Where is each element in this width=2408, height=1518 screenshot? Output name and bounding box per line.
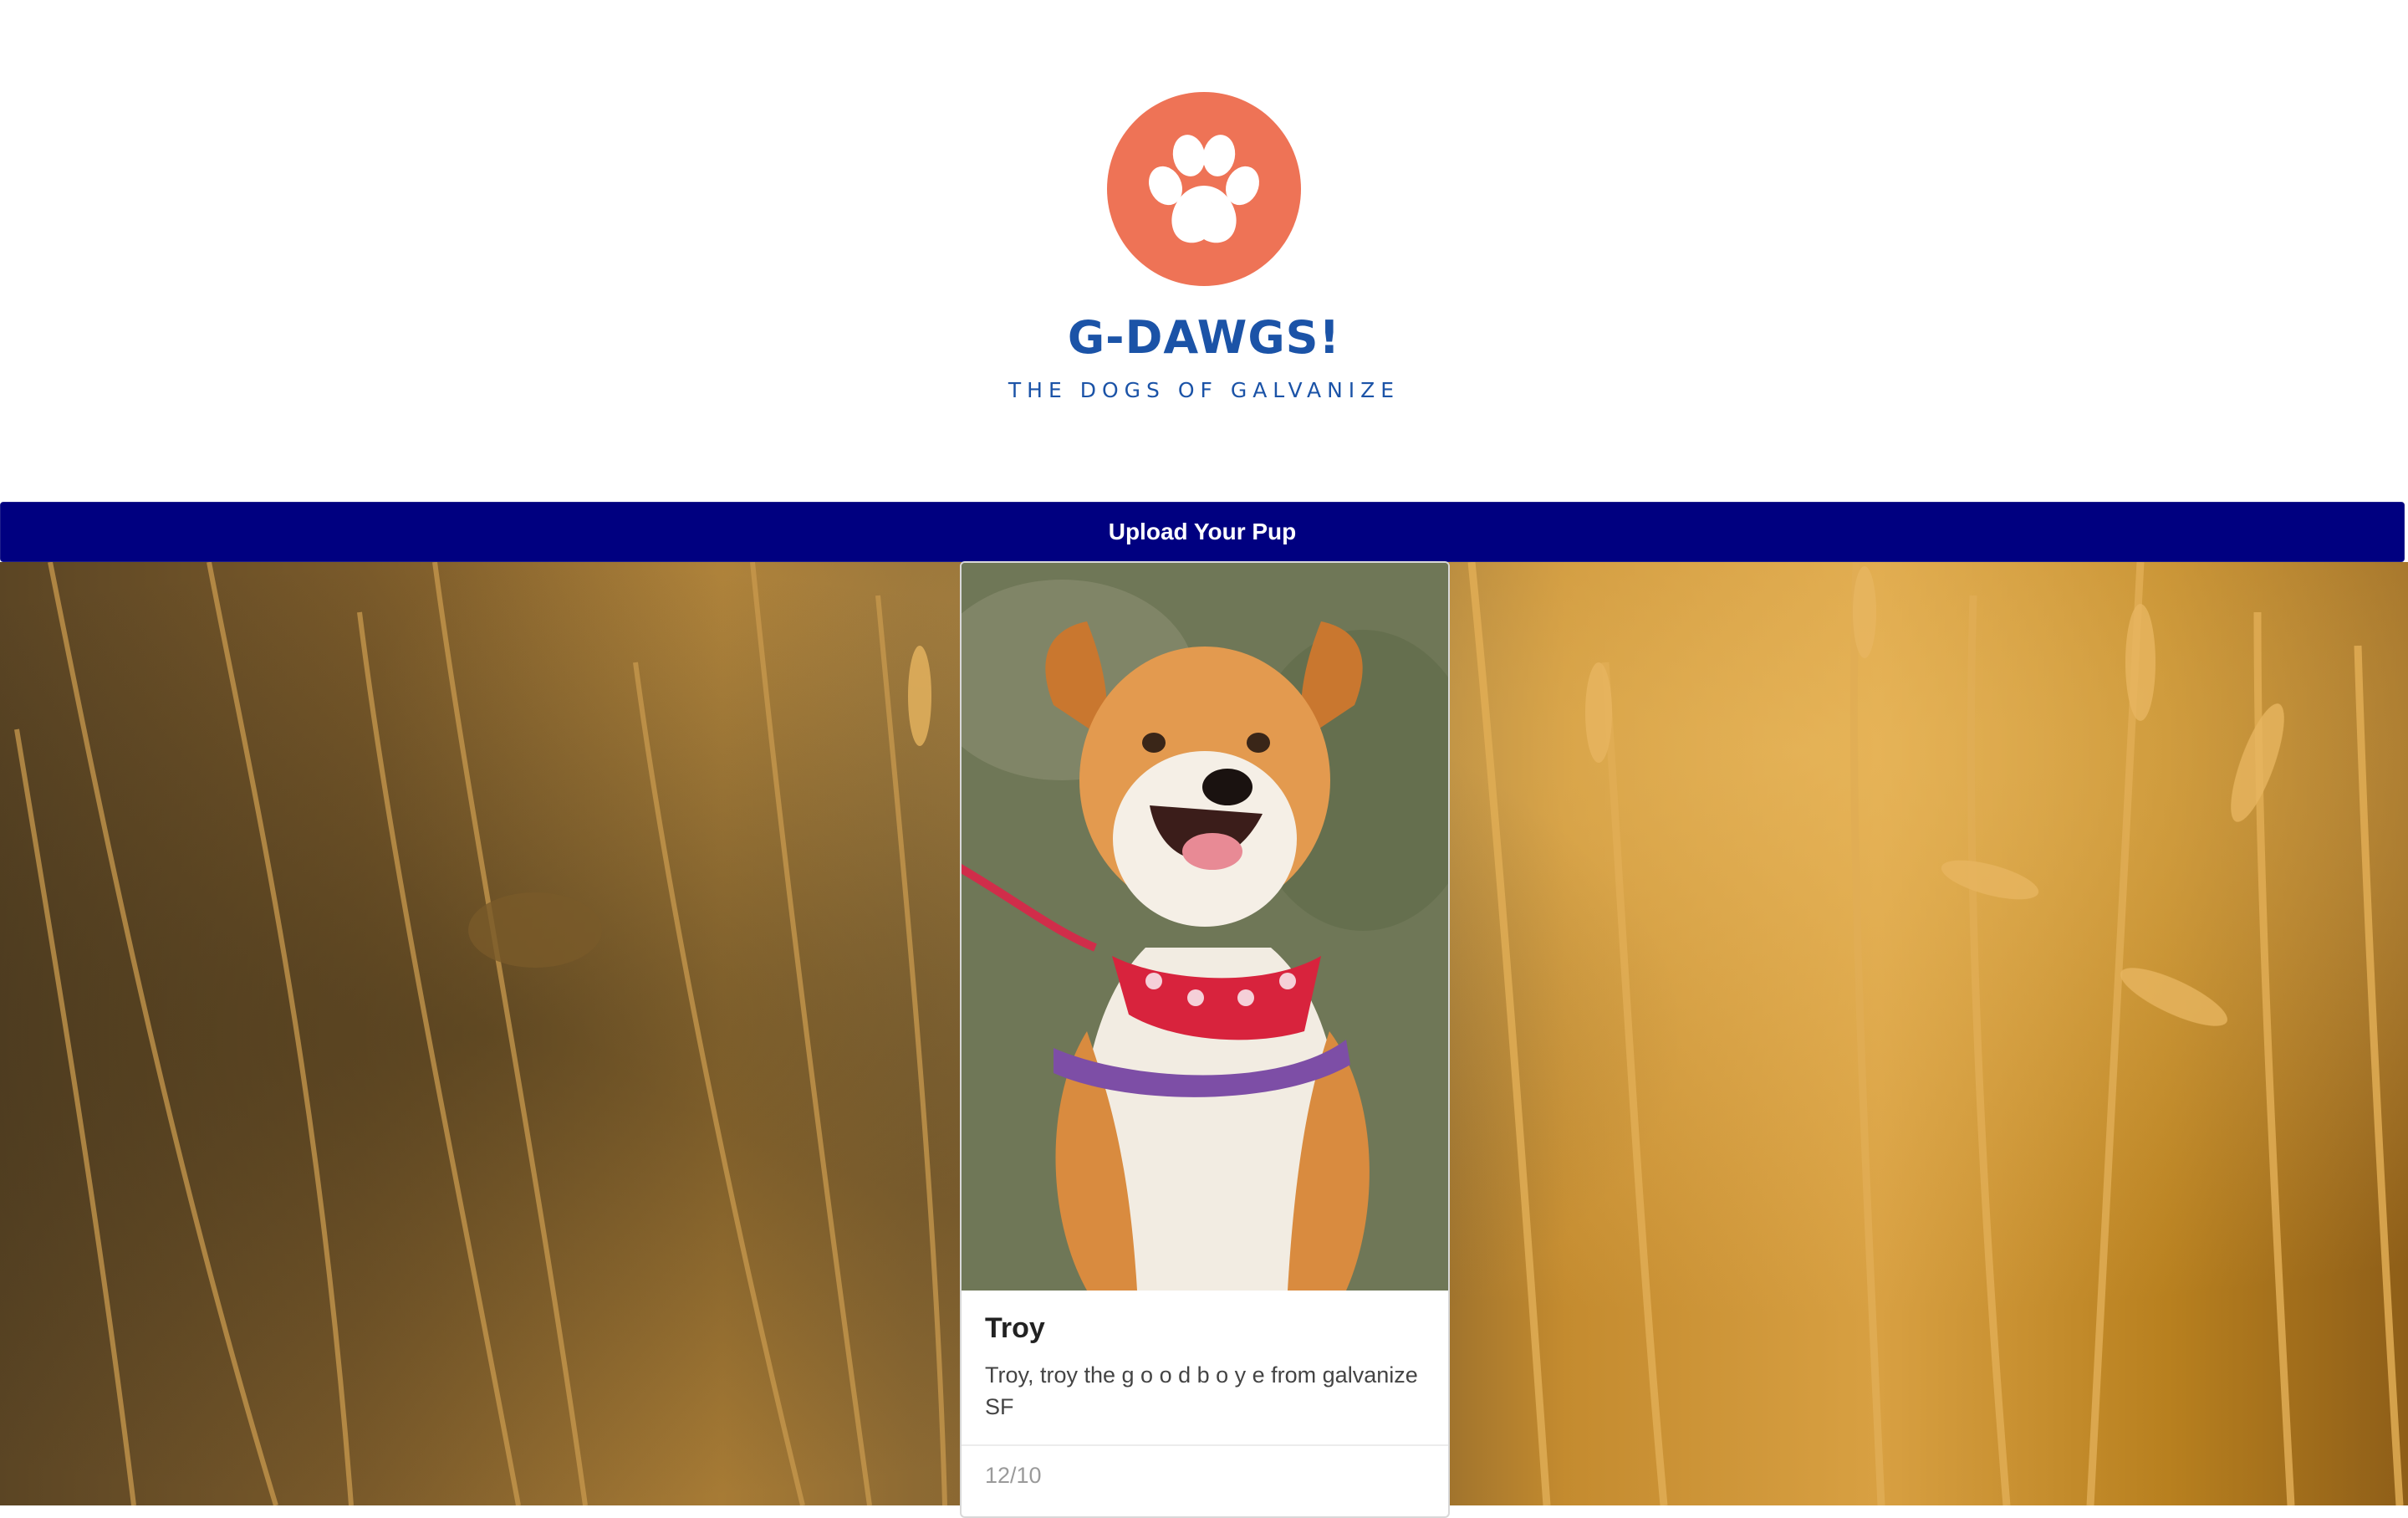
paw-logo-icon [1107,92,1301,286]
dog-card[interactable]: Troy Troy, troy the g o o d b o y e from… [960,561,1450,1518]
dog-rating: 12/10 [985,1463,1042,1488]
dog-photo [962,563,1448,1291]
brand-title: G-DAWGS! [1067,311,1341,364]
dog-name: Troy [985,1312,1045,1344]
upload-your-pup-button[interactable]: Upload Your Pup [0,502,2405,562]
dog-description: Troy, troy the g o o d b o y e from galv… [985,1362,1418,1419]
site-header: G-DAWGS! THE DOGS OF GALVANIZE [0,0,2408,502]
upload-button-label: Upload Your Pup [1108,519,1297,544]
card-divider [962,1444,1448,1446]
brand-tagline: THE DOGS OF GALVANIZE [1008,378,1400,402]
